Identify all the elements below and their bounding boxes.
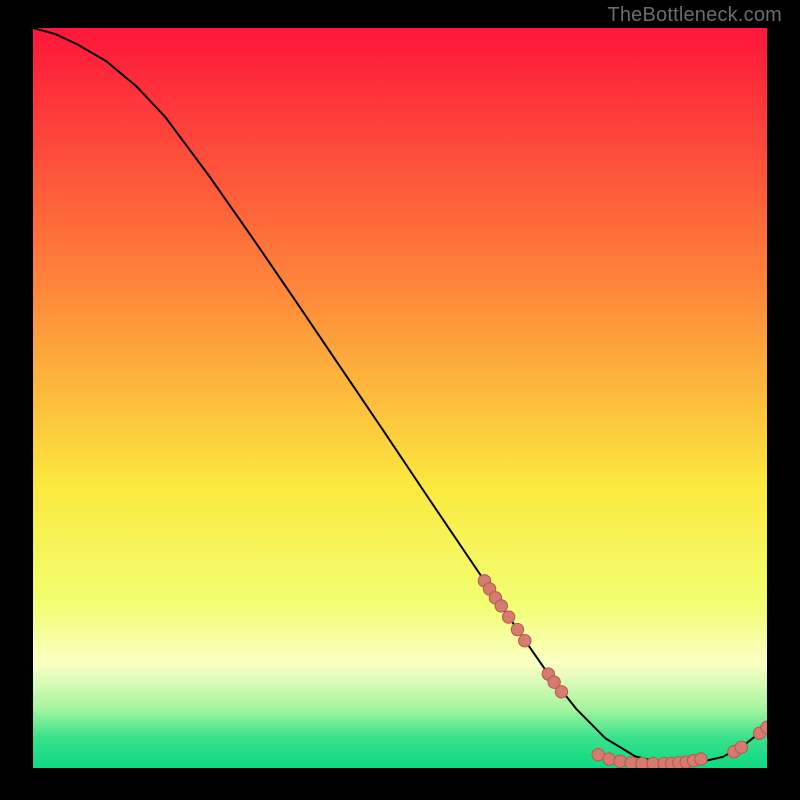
data-point: [519, 635, 531, 647]
data-point: [511, 623, 523, 635]
data-point: [603, 753, 615, 765]
data-point: [647, 757, 659, 768]
data-point: [636, 757, 648, 768]
data-point: [555, 686, 567, 698]
gradient-rect: [33, 28, 767, 768]
data-point: [735, 741, 747, 753]
data-point: [614, 755, 626, 767]
watermark-text: TheBottleneck.com: [607, 4, 782, 27]
data-point: [625, 757, 637, 768]
data-point: [502, 611, 514, 623]
data-point: [495, 600, 507, 612]
chart-stage: TheBottleneck.com: [0, 0, 800, 800]
plot-area: [33, 28, 767, 768]
plot-svg: [33, 28, 767, 768]
data-point: [695, 753, 707, 765]
